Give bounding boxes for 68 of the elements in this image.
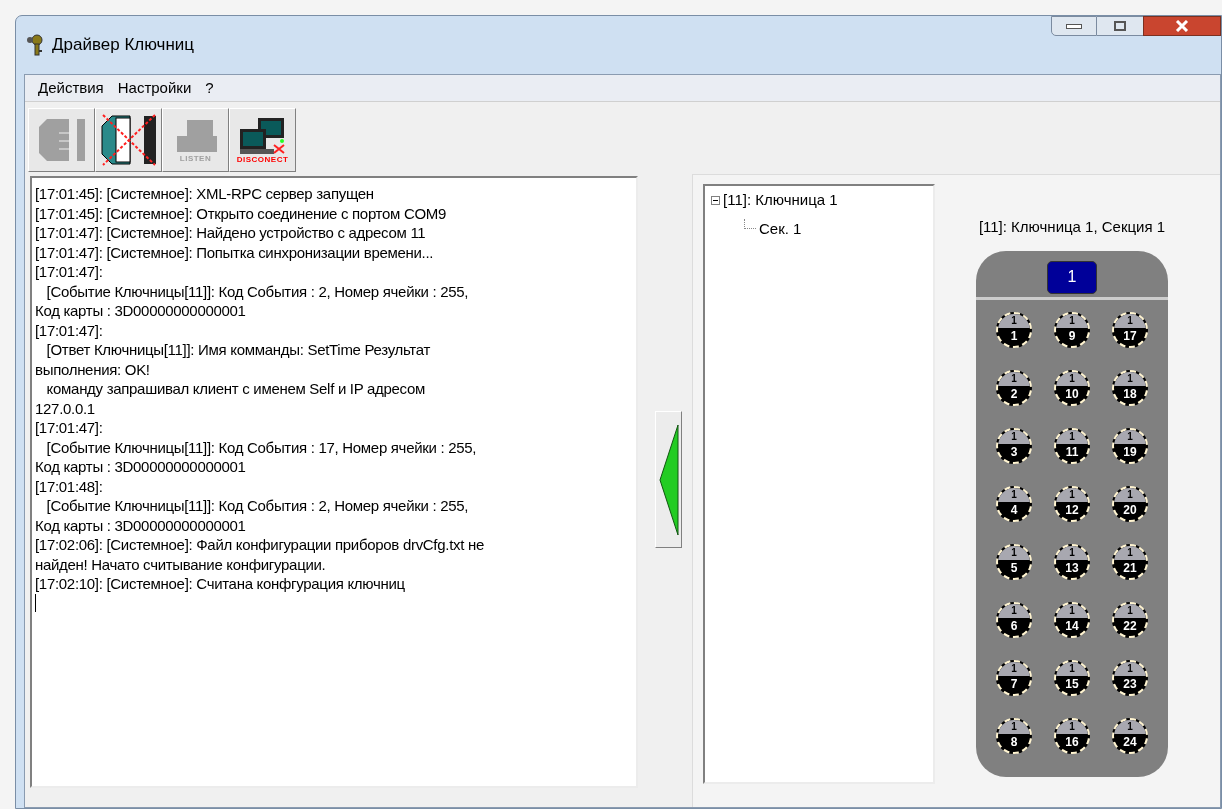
log-line: команду запрашивал клиент с именем Self и IP адресом <box>45 379 426 399</box>
log-line: [17:01:47]: <box>35 262 104 282</box>
collapse-icon[interactable] <box>711 195 720 205</box>
key-slot[interactable]: 1 6 <box>996 601 1032 638</box>
panel-title: [11]: Ключница 1, Секция 1 <box>978 217 1166 237</box>
log-line: [17:01:47]: [Системное]: Попытка синхронизации времени... <box>35 242 435 262</box>
arrow-button[interactable] <box>655 411 682 548</box>
key-slot[interactable]: 1 13 <box>1054 543 1090 580</box>
log-line: [17:01:47]: <box>35 320 104 340</box>
key-slot[interactable]: 1 12 <box>1054 485 1090 522</box>
key-slot[interactable]: 1 3 <box>996 427 1032 464</box>
key-slot[interactable]: 1 10 <box>1054 369 1090 406</box>
log-line: [17:02:10]: [Системное]: Считана конфгурация ключниц <box>35 574 406 594</box>
crossed-port-icon <box>99 112 158 168</box>
close-icon <box>1175 20 1189 32</box>
toolbar-caption: DISCONECT <box>236 154 289 164</box>
minimize-button[interactable] <box>1051 16 1097 36</box>
log-line: [17:01:47]: <box>35 418 104 438</box>
keys-icon <box>26 34 46 56</box>
close-button[interactable] <box>1143 16 1221 36</box>
menu-item[interactable]: ? <box>200 76 219 100</box>
maximize-icon <box>1114 21 1126 31</box>
key-slot[interactable]: 1 23 <box>1112 659 1148 696</box>
log-line: [17:01:48]: <box>35 476 104 496</box>
key-slot[interactable]: 1 19 <box>1112 427 1148 464</box>
log-line: [17:02:06]: [Системное]: Файл конфигурации приборов drvCfg.txt не <box>35 535 485 555</box>
log-line: [Ответ Ключницы[11]]: Имя комманды: SetTime Результат <box>45 340 431 360</box>
minimize-icon <box>1066 23 1082 29</box>
log-area[interactable] <box>30 176 638 788</box>
key-slot[interactable]: 1 24 <box>1112 717 1148 754</box>
key-slot[interactable]: 1 15 <box>1054 659 1090 696</box>
key-slot[interactable]: 1 16 <box>1054 717 1090 754</box>
log-line: Код карты : 3D00000000000001 <box>35 457 247 477</box>
key-slot[interactable]: 1 17 <box>1112 311 1148 348</box>
log-line: 127.0.0.1 <box>35 398 96 418</box>
log-line: [17:01:45]: [Системное]: Открыто соединение с портом COM9 <box>35 203 448 223</box>
maximize-button[interactable] <box>1097 16 1143 36</box>
key-slot[interactable]: 1 9 <box>1054 311 1090 348</box>
log-line: [Событие Ключницы[11]]: Код События : 2, Номер ячейки : 255, <box>45 496 470 516</box>
log-line: выполнения: OK! <box>35 359 151 379</box>
log-line: Код карты : 3D00000000000001 <box>35 515 247 535</box>
left-arrow-icon <box>658 424 679 535</box>
log-line: [17:01:47]: [Системное]: Найдено устройство с адресом 11 <box>35 223 427 243</box>
log-line: [Событие Ключницы[11]]: Код События : 17, Номер ячейки : 255, <box>45 437 478 457</box>
key-slot[interactable]: 1 18 <box>1112 369 1148 406</box>
key-slot[interactable]: 1 21 <box>1112 543 1148 580</box>
key-slot[interactable]: 1 5 <box>996 543 1032 580</box>
tree-item[interactable]: [11]: Ключница 1 <box>723 189 838 212</box>
key-slot[interactable]: 1 4 <box>996 485 1032 522</box>
toolbar-button[interactable] <box>95 108 162 172</box>
window-title: Драйвер Ключниц <box>52 34 195 57</box>
menu-item[interactable]: Настройки <box>112 76 197 100</box>
section-number: 1 <box>1047 260 1097 294</box>
key-slot[interactable]: 1 2 <box>996 369 1032 406</box>
menu-item[interactable]: Действия <box>33 76 109 100</box>
log-line: Код карты : 3D00000000000001 <box>35 301 247 321</box>
tree-item[interactable]: Сек. 1 <box>759 217 802 240</box>
log-line: найден! Начато считывание конфигурации. <box>35 554 327 574</box>
log-line: [Событие Ключницы[11]]: Код События : 2, Номер ячейки : 255, <box>45 281 470 301</box>
key-slot[interactable]: 1 7 <box>996 659 1032 696</box>
key-slot[interactable]: 1 14 <box>1054 601 1090 638</box>
key-slot[interactable]: 1 22 <box>1112 601 1148 638</box>
key-slot[interactable]: 1 8 <box>996 717 1032 754</box>
key-slot[interactable]: 1 20 <box>1112 485 1148 522</box>
key-slot[interactable]: 1 1 <box>996 311 1032 348</box>
toolbar-caption: LISTEN <box>179 153 212 163</box>
log-line: [17:01:45]: [Системное]: XML-RPC сервер запущен <box>35 184 375 204</box>
key-slot[interactable]: 1 11 <box>1054 427 1090 464</box>
